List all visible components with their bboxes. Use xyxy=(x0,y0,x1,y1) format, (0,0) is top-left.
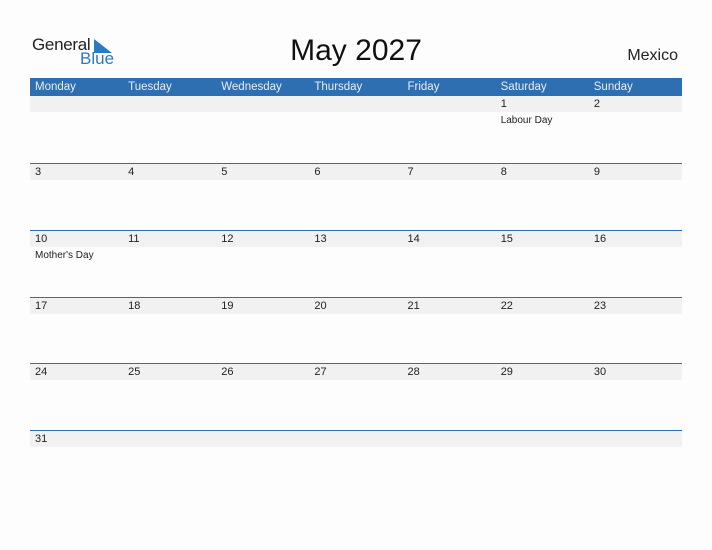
day-number: 9 xyxy=(593,166,600,178)
day-cell: 28 xyxy=(403,364,496,424)
day-cell: 14 xyxy=(403,231,496,291)
day-cell xyxy=(216,431,309,491)
day-number: 29 xyxy=(500,366,513,378)
day-cell: 3 xyxy=(30,164,123,224)
day-cell: 8 xyxy=(496,164,589,224)
day-cell: 5 xyxy=(216,164,309,224)
day-cell xyxy=(403,96,496,156)
day-cell xyxy=(403,431,496,491)
day-cell: 7 xyxy=(403,164,496,224)
day-number: 11 xyxy=(128,233,140,245)
day-cell: 27 xyxy=(309,364,402,424)
day-cell xyxy=(309,96,402,156)
day-number: 19 xyxy=(221,300,234,312)
day-cell: 11 xyxy=(123,231,216,291)
day-number: 14 xyxy=(407,233,420,245)
week-row: 24 25 26 27 28 29 30 xyxy=(30,363,682,431)
day-number: 15 xyxy=(500,233,513,245)
day-number: 1 xyxy=(500,98,507,110)
day-number: 24 xyxy=(35,366,48,378)
day-cell xyxy=(123,431,216,491)
day-cell: 25 xyxy=(123,364,216,424)
holiday-label: Mother's Day xyxy=(35,250,94,261)
day-number: 13 xyxy=(314,233,327,245)
day-number: 16 xyxy=(593,233,607,245)
day-cell: 10 Mother's Day xyxy=(30,231,123,291)
day-cell xyxy=(589,431,682,491)
day-cell: 30 xyxy=(589,364,682,424)
day-cell xyxy=(496,431,589,491)
day-cell: 13 xyxy=(309,231,402,291)
week-row: 1 Labour Day 2 xyxy=(30,96,682,163)
day-cell: 29 xyxy=(496,364,589,424)
day-cell: 17 xyxy=(30,298,123,358)
weekday-header: Monday Tuesday Wednesday Thursday Friday… xyxy=(30,78,682,96)
day-number: 8 xyxy=(500,166,507,178)
day-cell: 26 xyxy=(216,364,309,424)
day-number: 5 xyxy=(221,166,228,178)
weekday-wednesday: Wednesday xyxy=(221,81,282,93)
weekday-friday: Friday xyxy=(407,81,440,93)
week-row: 17 18 19 20 21 22 23 xyxy=(30,297,682,365)
day-cell: 9 xyxy=(589,164,682,224)
day-cell xyxy=(30,96,123,156)
weekday-tuesday: Tuesday xyxy=(128,81,172,93)
day-number: 27 xyxy=(314,366,327,378)
day-cell: 16 xyxy=(589,231,682,291)
weekday-thursday: Thursday xyxy=(314,81,363,93)
day-number: 12 xyxy=(221,233,234,245)
day-cell: 22 xyxy=(496,298,589,358)
day-cell: 15 xyxy=(496,231,589,291)
day-cell xyxy=(123,96,216,156)
day-cell: 6 xyxy=(309,164,402,224)
day-cell: 4 xyxy=(123,164,216,224)
week-row: 10 Mother's Day 11 12 13 14 15 16 xyxy=(30,230,682,298)
day-number: 20 xyxy=(314,300,327,312)
day-number: 17 xyxy=(35,300,48,312)
day-cell: 23 xyxy=(589,298,682,358)
day-number: 23 xyxy=(593,300,607,312)
weekday-monday: Monday xyxy=(35,81,76,93)
holiday-label: Labour Day xyxy=(500,115,553,126)
day-cell: 31 xyxy=(30,431,123,491)
calendar-title: May 2027 xyxy=(290,34,422,67)
day-number: 10 xyxy=(35,233,48,245)
day-number: 26 xyxy=(221,366,234,378)
day-number: 22 xyxy=(500,300,513,312)
day-number: 18 xyxy=(128,300,141,312)
day-number: 7 xyxy=(407,166,414,178)
week-row: 3 4 5 6 7 8 9 xyxy=(30,163,682,231)
day-number: 3 xyxy=(35,166,42,178)
day-cell: 18 xyxy=(123,298,216,358)
weekday-sunday: Sunday xyxy=(593,81,633,93)
day-cell xyxy=(216,96,309,156)
day-number: 25 xyxy=(128,366,141,378)
day-cell: 2 xyxy=(589,96,682,156)
day-number: 28 xyxy=(407,366,420,378)
day-cell: 21 xyxy=(403,298,496,358)
day-number: 2 xyxy=(593,98,600,110)
day-cell: 20 xyxy=(309,298,402,358)
day-number: 4 xyxy=(128,166,135,178)
day-cell: 19 xyxy=(216,298,309,358)
country-label: Mexico xyxy=(627,47,678,64)
day-cell xyxy=(309,431,402,491)
day-cell: 12 xyxy=(216,231,309,291)
week-row: 31 xyxy=(30,430,682,498)
day-number: 30 xyxy=(593,366,607,378)
day-number: 21 xyxy=(407,300,420,312)
day-cell: 24 xyxy=(30,364,123,424)
day-number: 6 xyxy=(314,166,321,178)
day-cell: 1 Labour Day xyxy=(496,96,589,156)
day-number: 31 xyxy=(35,433,48,445)
weekday-saturday: Saturday xyxy=(500,81,547,93)
